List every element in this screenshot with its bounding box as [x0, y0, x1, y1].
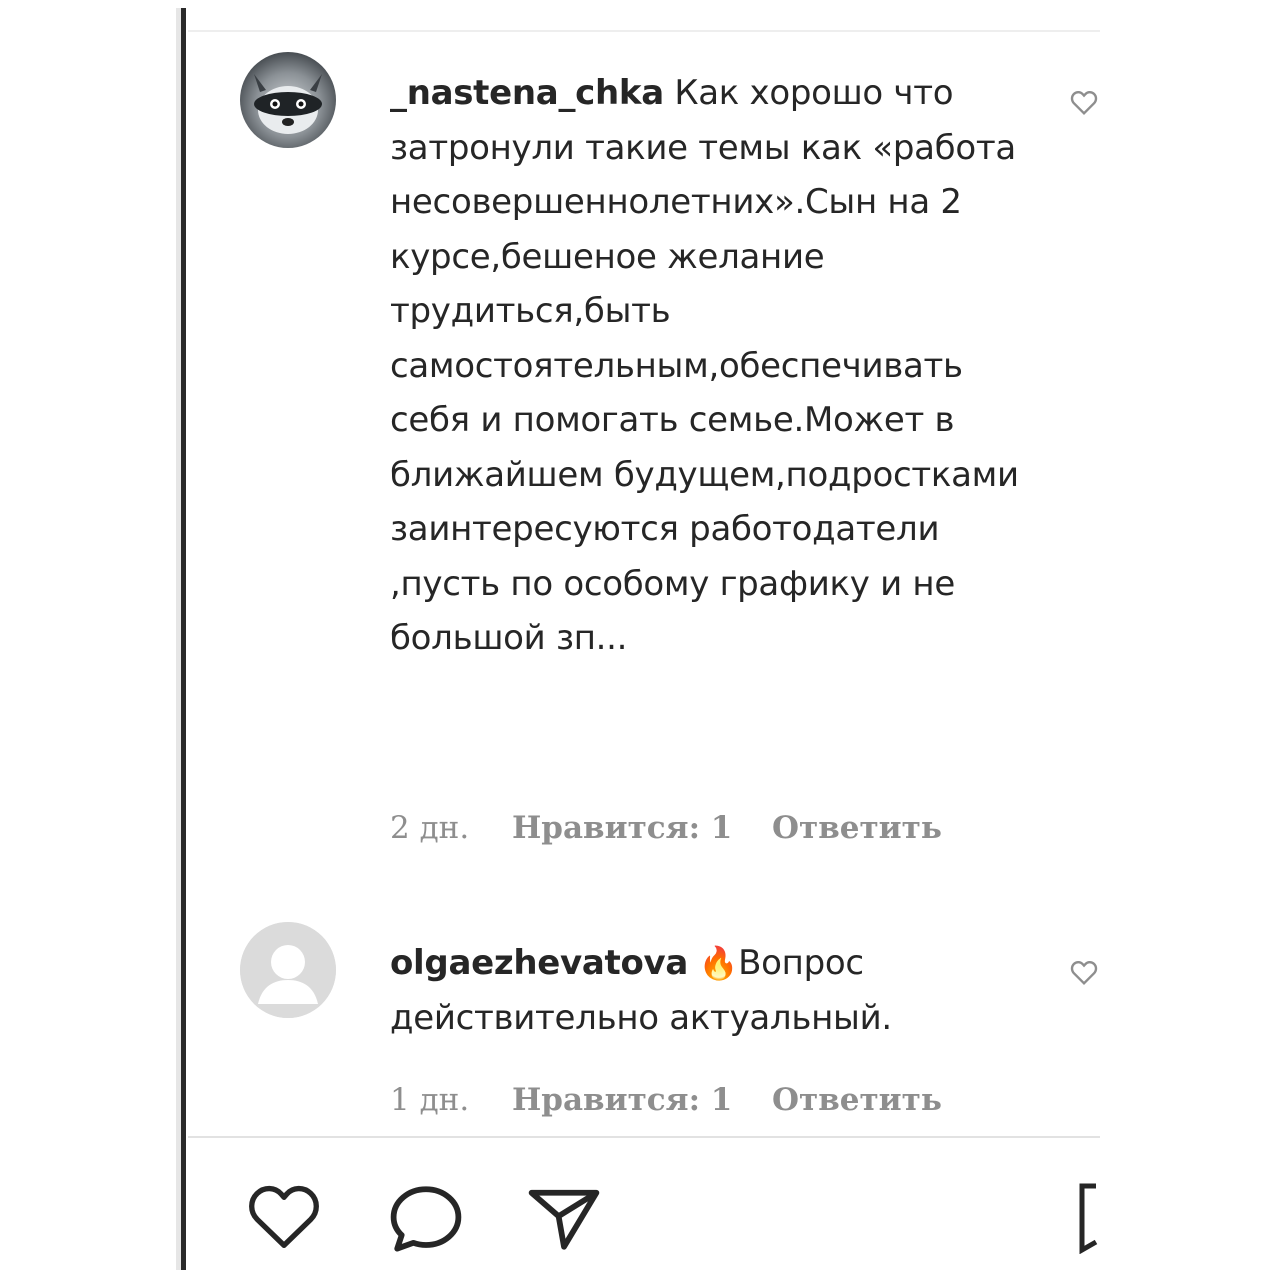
heart-icon[interactable]: [244, 1182, 324, 1257]
comment-body: Как хорошо что затронули такие темы как …: [390, 73, 1019, 658]
fire-emoji-icon: 🔥: [698, 944, 739, 982]
comment-likes-count[interactable]: Нравится: 1: [512, 810, 732, 846]
left-edge-border: [181, 8, 186, 1270]
post-action-bar: [188, 1160, 1100, 1270]
bookmark-icon[interactable]: [1078, 1182, 1100, 1259]
top-divider: [188, 30, 1100, 32]
avatar[interactable]: [240, 922, 336, 1018]
comment-text: _nastena_chka Как хорошо что затронули т…: [390, 66, 1020, 666]
comment-username[interactable]: _nastena_chka: [390, 73, 664, 113]
avatar[interactable]: [240, 52, 336, 148]
comment-time: 1 дн.: [390, 1082, 470, 1118]
default-avatar-icon: [240, 922, 336, 1018]
comment-time: 2 дн.: [390, 810, 470, 846]
reply-button[interactable]: Ответить: [772, 810, 942, 846]
reply-button[interactable]: Ответить: [772, 1082, 942, 1118]
comment-likes-count[interactable]: Нравится: 1: [512, 1082, 732, 1118]
raccoon-avatar-icon: [254, 74, 322, 134]
comment-text: olgaezhevatova 🔥Вопрос действительно акт…: [390, 936, 1020, 1045]
paper-plane-icon[interactable]: [524, 1182, 604, 1259]
bottom-divider: [188, 1136, 1100, 1138]
comment-username[interactable]: olgaezhevatova: [390, 943, 688, 983]
comment-like-heart-icon[interactable]: [1068, 956, 1100, 988]
comment-like-heart-icon[interactable]: [1068, 86, 1100, 118]
comments-screenshot: _nastena_chka Как хорошо что затронули т…: [0, 0, 1280, 1280]
comment-bubble-icon[interactable]: [386, 1182, 466, 1259]
